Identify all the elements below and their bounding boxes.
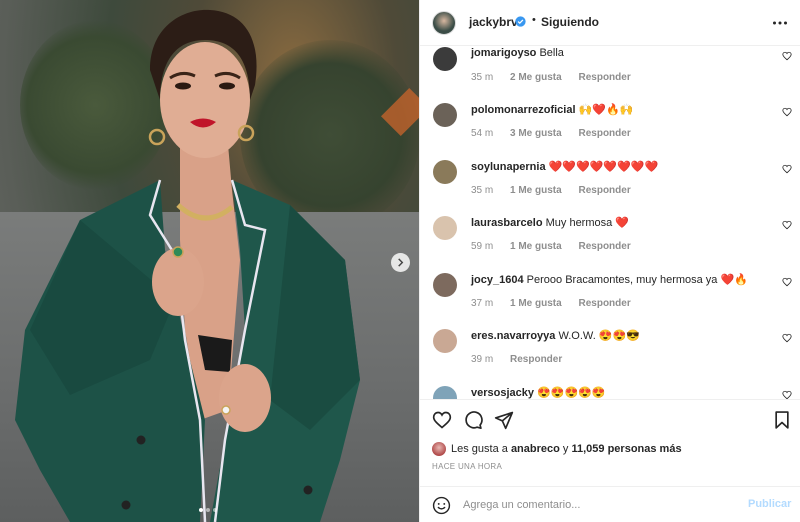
reply-button[interactable]: Responder xyxy=(578,298,630,309)
heart-icon[interactable] xyxy=(782,164,792,174)
commenter-avatar[interactable] xyxy=(433,329,457,353)
comment-input[interactable] xyxy=(463,494,733,516)
comment-time: 35 m xyxy=(471,185,494,196)
comment-username[interactable]: eres.navarroyya xyxy=(471,330,555,342)
heart-icon[interactable] xyxy=(782,333,792,343)
comment-likes[interactable]: 1 Me gusta xyxy=(510,185,562,196)
commenter-avatar[interactable] xyxy=(433,216,457,240)
emoji-icon[interactable] xyxy=(432,496,451,515)
comments-list[interactable]: jomarigoyso Bella 35 m 2 Me gusta Respon… xyxy=(420,47,800,399)
reply-button[interactable]: Responder xyxy=(578,72,630,83)
likes-others[interactable]: 11,059 personas más xyxy=(571,443,681,455)
heart-icon[interactable] xyxy=(782,277,792,287)
publish-button[interactable]: Publicar xyxy=(748,498,791,510)
comment-item: laurasbarcelo Muy hermosa ❤️ 59 m 1 Me g… xyxy=(420,216,800,272)
commenter-avatar[interactable] xyxy=(433,273,457,297)
reply-button[interactable]: Responder xyxy=(510,354,562,365)
comment-likes[interactable]: 2 Me gusta xyxy=(510,72,562,83)
post-timestamp: HACE UNA HORA xyxy=(432,462,503,471)
comment-text: Muy hermosa ❤️ xyxy=(545,217,629,229)
woman-portrait xyxy=(15,9,360,522)
commenter-avatar[interactable] xyxy=(433,103,457,127)
heart-icon[interactable] xyxy=(782,51,792,61)
comment-body: jomarigoyso Bella xyxy=(471,47,564,59)
comment-body: soylunapernia ❤️❤️❤️❤️❤️❤️❤️❤️ xyxy=(471,160,658,173)
bookmark-icon[interactable] xyxy=(772,410,792,430)
comment-text: ❤️❤️❤️❤️❤️❤️❤️❤️ xyxy=(548,161,659,173)
heart-icon[interactable] xyxy=(432,410,452,430)
carousel-dot xyxy=(213,508,217,512)
liker-avatar xyxy=(432,442,446,456)
comment-username[interactable]: laurasbarcelo xyxy=(471,217,543,229)
post-sidebar: jackybrv • Siguiendo jomarigoyso Bella 3… xyxy=(419,0,800,522)
reply-button[interactable]: Responder xyxy=(578,128,630,139)
liker-username[interactable]: anabreco xyxy=(511,443,560,455)
comment-likes[interactable]: 1 Me gusta xyxy=(510,298,562,309)
comment-body: eres.navarroyya W.O.W. 😍😍😎 xyxy=(471,329,640,342)
comment-time: 37 m xyxy=(471,298,494,309)
heart-icon[interactable] xyxy=(782,220,792,230)
comment-time: 54 m xyxy=(471,128,494,139)
instagram-post: jackybrv • Siguiendo jomarigoyso Bella 3… xyxy=(0,0,800,522)
comment-item: jocy_1604 Perooo Bracamontes, muy hermos… xyxy=(420,273,800,329)
comment-meta: 37 m 1 Me gusta Responder xyxy=(471,298,645,309)
comment-username[interactable]: jomarigoyso xyxy=(471,47,536,59)
likes-joiner: y xyxy=(562,443,569,455)
comment-text: 😍😍😍😍😍 xyxy=(537,387,606,399)
comment-time: 39 m xyxy=(471,354,494,365)
comment-likes[interactable]: 3 Me gusta xyxy=(510,128,562,139)
heart-icon[interactable] xyxy=(782,390,792,399)
follow-status-button[interactable]: Siguiendo xyxy=(541,15,599,29)
next-photo-button[interactable] xyxy=(391,253,410,272)
comment-meta: 35 m 2 Me gusta Responder xyxy=(471,72,645,83)
comment-item: eres.navarroyya W.O.W. 😍😍😎 39 m Responde… xyxy=(420,329,800,385)
comment-username[interactable]: jocy_1604 xyxy=(471,274,524,286)
likes-prefix: Les gusta a xyxy=(451,443,508,455)
more-horizontal-icon[interactable] xyxy=(772,16,788,30)
chevron-right-icon xyxy=(398,258,404,267)
comment-time: 59 m xyxy=(471,241,494,252)
header-separator: • xyxy=(532,14,536,26)
reply-button[interactable]: Responder xyxy=(578,185,630,196)
commenter-avatar[interactable] xyxy=(433,160,457,184)
reply-button[interactable]: Responder xyxy=(578,241,630,252)
author-avatar[interactable] xyxy=(432,11,456,35)
comment-username[interactable]: polomonarrezoficial xyxy=(471,104,576,116)
verified-badge-icon xyxy=(515,16,526,27)
comment-body: laurasbarcelo Muy hermosa ❤️ xyxy=(471,216,629,229)
comment-icon[interactable] xyxy=(463,410,483,430)
comment-username[interactable]: soylunapernia xyxy=(471,161,546,173)
comment-item: jomarigoyso Bella 35 m 2 Me gusta Respon… xyxy=(420,47,800,103)
comment-body: versosjacky 😍😍😍😍😍 xyxy=(471,386,606,399)
comment-username[interactable]: versosjacky xyxy=(471,387,534,399)
heart-icon[interactable] xyxy=(782,107,792,117)
comment-text: 🙌❤️🔥🙌 xyxy=(578,104,634,116)
carousel-dot xyxy=(206,508,210,512)
likes-summary[interactable]: Les gusta a anabreco y 11,059 personas m… xyxy=(432,441,682,457)
comment-likes[interactable]: 1 Me gusta xyxy=(510,241,562,252)
comment-meta: 54 m 3 Me gusta Responder xyxy=(471,128,645,139)
comment-item: polomonarrezoficial 🙌❤️🔥🙌 54 m 3 Me gust… xyxy=(420,103,800,159)
comment-item: soylunapernia ❤️❤️❤️❤️❤️❤️❤️❤️ 35 m 1 Me… xyxy=(420,160,800,216)
carousel-indicator xyxy=(199,508,217,512)
comment-text: Bella xyxy=(539,47,564,59)
commenter-avatar[interactable] xyxy=(433,386,457,399)
comment-meta: 35 m 1 Me gusta Responder xyxy=(471,185,645,196)
comment-composer: Publicar xyxy=(420,486,800,522)
send-icon[interactable] xyxy=(494,410,514,430)
commenter-avatar[interactable] xyxy=(433,47,457,71)
comment-time: 35 m xyxy=(471,72,494,83)
comment-text: W.O.W. 😍😍😎 xyxy=(558,330,640,342)
post-header: jackybrv • Siguiendo xyxy=(420,0,800,46)
comment-meta: 39 m Responder xyxy=(471,354,576,365)
carousel-dot xyxy=(199,508,203,512)
post-actions: Les gusta a anabreco y 11,059 personas m… xyxy=(420,399,800,487)
post-photo[interactable] xyxy=(0,0,419,522)
comment-meta: 59 m 1 Me gusta Responder xyxy=(471,241,645,252)
author-username[interactable]: jackybrv xyxy=(469,15,518,29)
comment-text: Perooo Bracamontes, muy hermosa ya ❤️🔥 xyxy=(526,274,748,286)
comment-item: versosjacky 😍😍😍😍😍 xyxy=(420,386,800,399)
comment-body: jocy_1604 Perooo Bracamontes, muy hermos… xyxy=(471,273,748,286)
comment-body: polomonarrezoficial 🙌❤️🔥🙌 xyxy=(471,103,633,116)
